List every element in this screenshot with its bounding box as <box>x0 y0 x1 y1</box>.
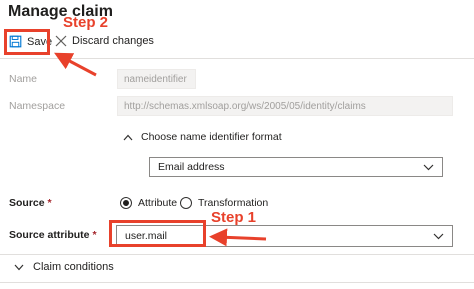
step1-arrow <box>209 228 267 247</box>
step2-arrow <box>54 52 97 77</box>
annotation-arrows <box>54 52 267 247</box>
